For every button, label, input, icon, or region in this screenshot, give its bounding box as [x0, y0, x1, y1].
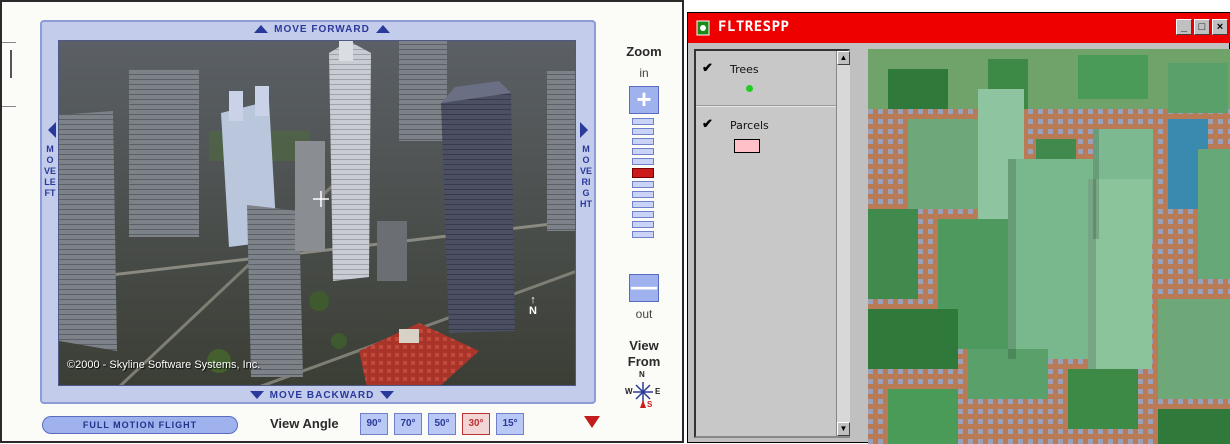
zoom-level-tick[interactable]: [632, 231, 654, 238]
move-backward-label: MOVE BACKWARD: [269, 390, 375, 401]
divider: [10, 50, 12, 78]
copyright-text: ©2000 - Skyline Software Systems, Inc.: [67, 359, 261, 371]
legend-item-trees[interactable]: ✔ Trees: [702, 61, 842, 101]
scroll-down-icon[interactable]: ▼: [837, 422, 850, 436]
move-left-button[interactable]: MOVE LEFT: [44, 122, 56, 302]
minimize-button[interactable]: _: [1176, 19, 1192, 35]
zoom-level-tick[interactable]: [632, 221, 654, 228]
zoom-level-tick[interactable]: [632, 128, 654, 135]
zoom-in-label: in: [639, 66, 649, 80]
view-angle-label: View Angle: [270, 416, 339, 431]
zoom-level-current[interactable]: [632, 168, 654, 178]
view-from-title: View From: [627, 338, 661, 369]
zoom-out-label: out: [635, 307, 653, 321]
view-angle-30-button[interactable]: 30°: [462, 413, 490, 435]
zoom-level-tick[interactable]: [632, 191, 654, 198]
divider: [696, 105, 846, 107]
compass-west-label: W: [625, 387, 633, 396]
move-right-button[interactable]: MOVE RIGHT: [580, 122, 592, 302]
legend-label: Trees: [730, 63, 759, 76]
checkmark-icon[interactable]: ✔: [702, 61, 716, 75]
navigation-frame: MOVE FORWARD MOVE LEFT MOVE RIGHT ©2000 …: [40, 20, 596, 404]
gis-scene-image: [868, 49, 1230, 444]
zoom-level-tick[interactable]: [632, 211, 654, 218]
zoom-level-tick[interactable]: [632, 158, 654, 165]
zoom-level-tick[interactable]: [632, 138, 654, 145]
city-flythrough-viewer: MOVE FORWARD MOVE LEFT MOVE RIGHT ©2000 …: [0, 0, 684, 443]
move-forward-label: MOVE FORWARD: [274, 24, 370, 35]
tree-symbol-icon: [746, 85, 753, 92]
legend-label: Parcels: [730, 119, 769, 132]
divider: [2, 42, 16, 43]
city-scene-image: [59, 41, 575, 385]
zoom-level-tick[interactable]: [632, 118, 654, 125]
full-motion-flight-button[interactable]: FULL MOTION FLIGHT: [42, 416, 238, 434]
view-angle-15-button[interactable]: 15°: [496, 413, 524, 435]
move-left-label: MOVE LEFT: [44, 144, 57, 198]
view-angle-50-button[interactable]: 50°: [428, 413, 456, 435]
north-arrow-icon: ↑ N: [529, 294, 537, 318]
window-title: FLTRESPP: [718, 19, 790, 35]
zoom-level-tick[interactable]: [632, 201, 654, 208]
legend-panel: ✔ Trees ✔ Parcels ▲ ▼: [694, 49, 850, 438]
triangle-up-icon: [254, 25, 269, 34]
move-right-label: MOVE RIGHT: [580, 144, 593, 209]
zoom-slider[interactable]: [632, 118, 654, 241]
zoom-level-tick[interactable]: [632, 181, 654, 188]
close-button[interactable]: ×: [1212, 19, 1228, 35]
angle-indicator-icon: [584, 416, 600, 428]
compass-east-label: E: [655, 387, 661, 396]
title-bar[interactable]: FLTRESPP _ □ ×: [688, 13, 1230, 43]
zoom-in-button[interactable]: +: [629, 86, 659, 114]
gis-map-window: FLTRESPP _ □ × ✔ Trees ✔ Parcels ▲ ▼: [687, 12, 1230, 444]
view-angle-70-button[interactable]: 70°: [394, 413, 422, 435]
view-angle-90-button[interactable]: 90°: [360, 413, 388, 435]
north-label: N: [529, 305, 537, 317]
legend-item-parcels[interactable]: ✔ Parcels: [702, 117, 842, 157]
triangle-left-icon: [44, 122, 56, 138]
checkmark-icon[interactable]: ✔: [702, 117, 716, 131]
gis-3d-map-view[interactable]: [868, 49, 1230, 444]
triangle-up-icon: [375, 25, 390, 34]
legend-scrollbar[interactable]: ▲ ▼: [836, 51, 850, 436]
triangle-right-icon: [580, 122, 592, 138]
compass-south-label: S: [647, 400, 653, 409]
move-backward-button[interactable]: MOVE BACKWARD: [232, 389, 412, 403]
triangle-down-icon: [380, 391, 395, 400]
parcel-symbol-icon: [734, 139, 760, 153]
zoom-title: Zoom: [626, 44, 662, 59]
maximize-button[interactable]: □: [1194, 19, 1210, 35]
zoom-out-button[interactable]: —: [629, 273, 659, 302]
compass-control[interactable]: N W E S: [625, 370, 661, 410]
compass-north-label: N: [639, 370, 645, 379]
triangle-down-icon: [249, 391, 264, 400]
zoom-level-tick[interactable]: [632, 148, 654, 155]
app-icon: [696, 20, 710, 36]
divider: [2, 106, 16, 107]
city-3d-view[interactable]: ©2000 - Skyline Software Systems, Inc. ↑…: [58, 40, 576, 386]
scroll-up-icon[interactable]: ▲: [837, 51, 850, 65]
move-forward-button[interactable]: MOVE FORWARD: [232, 23, 412, 37]
